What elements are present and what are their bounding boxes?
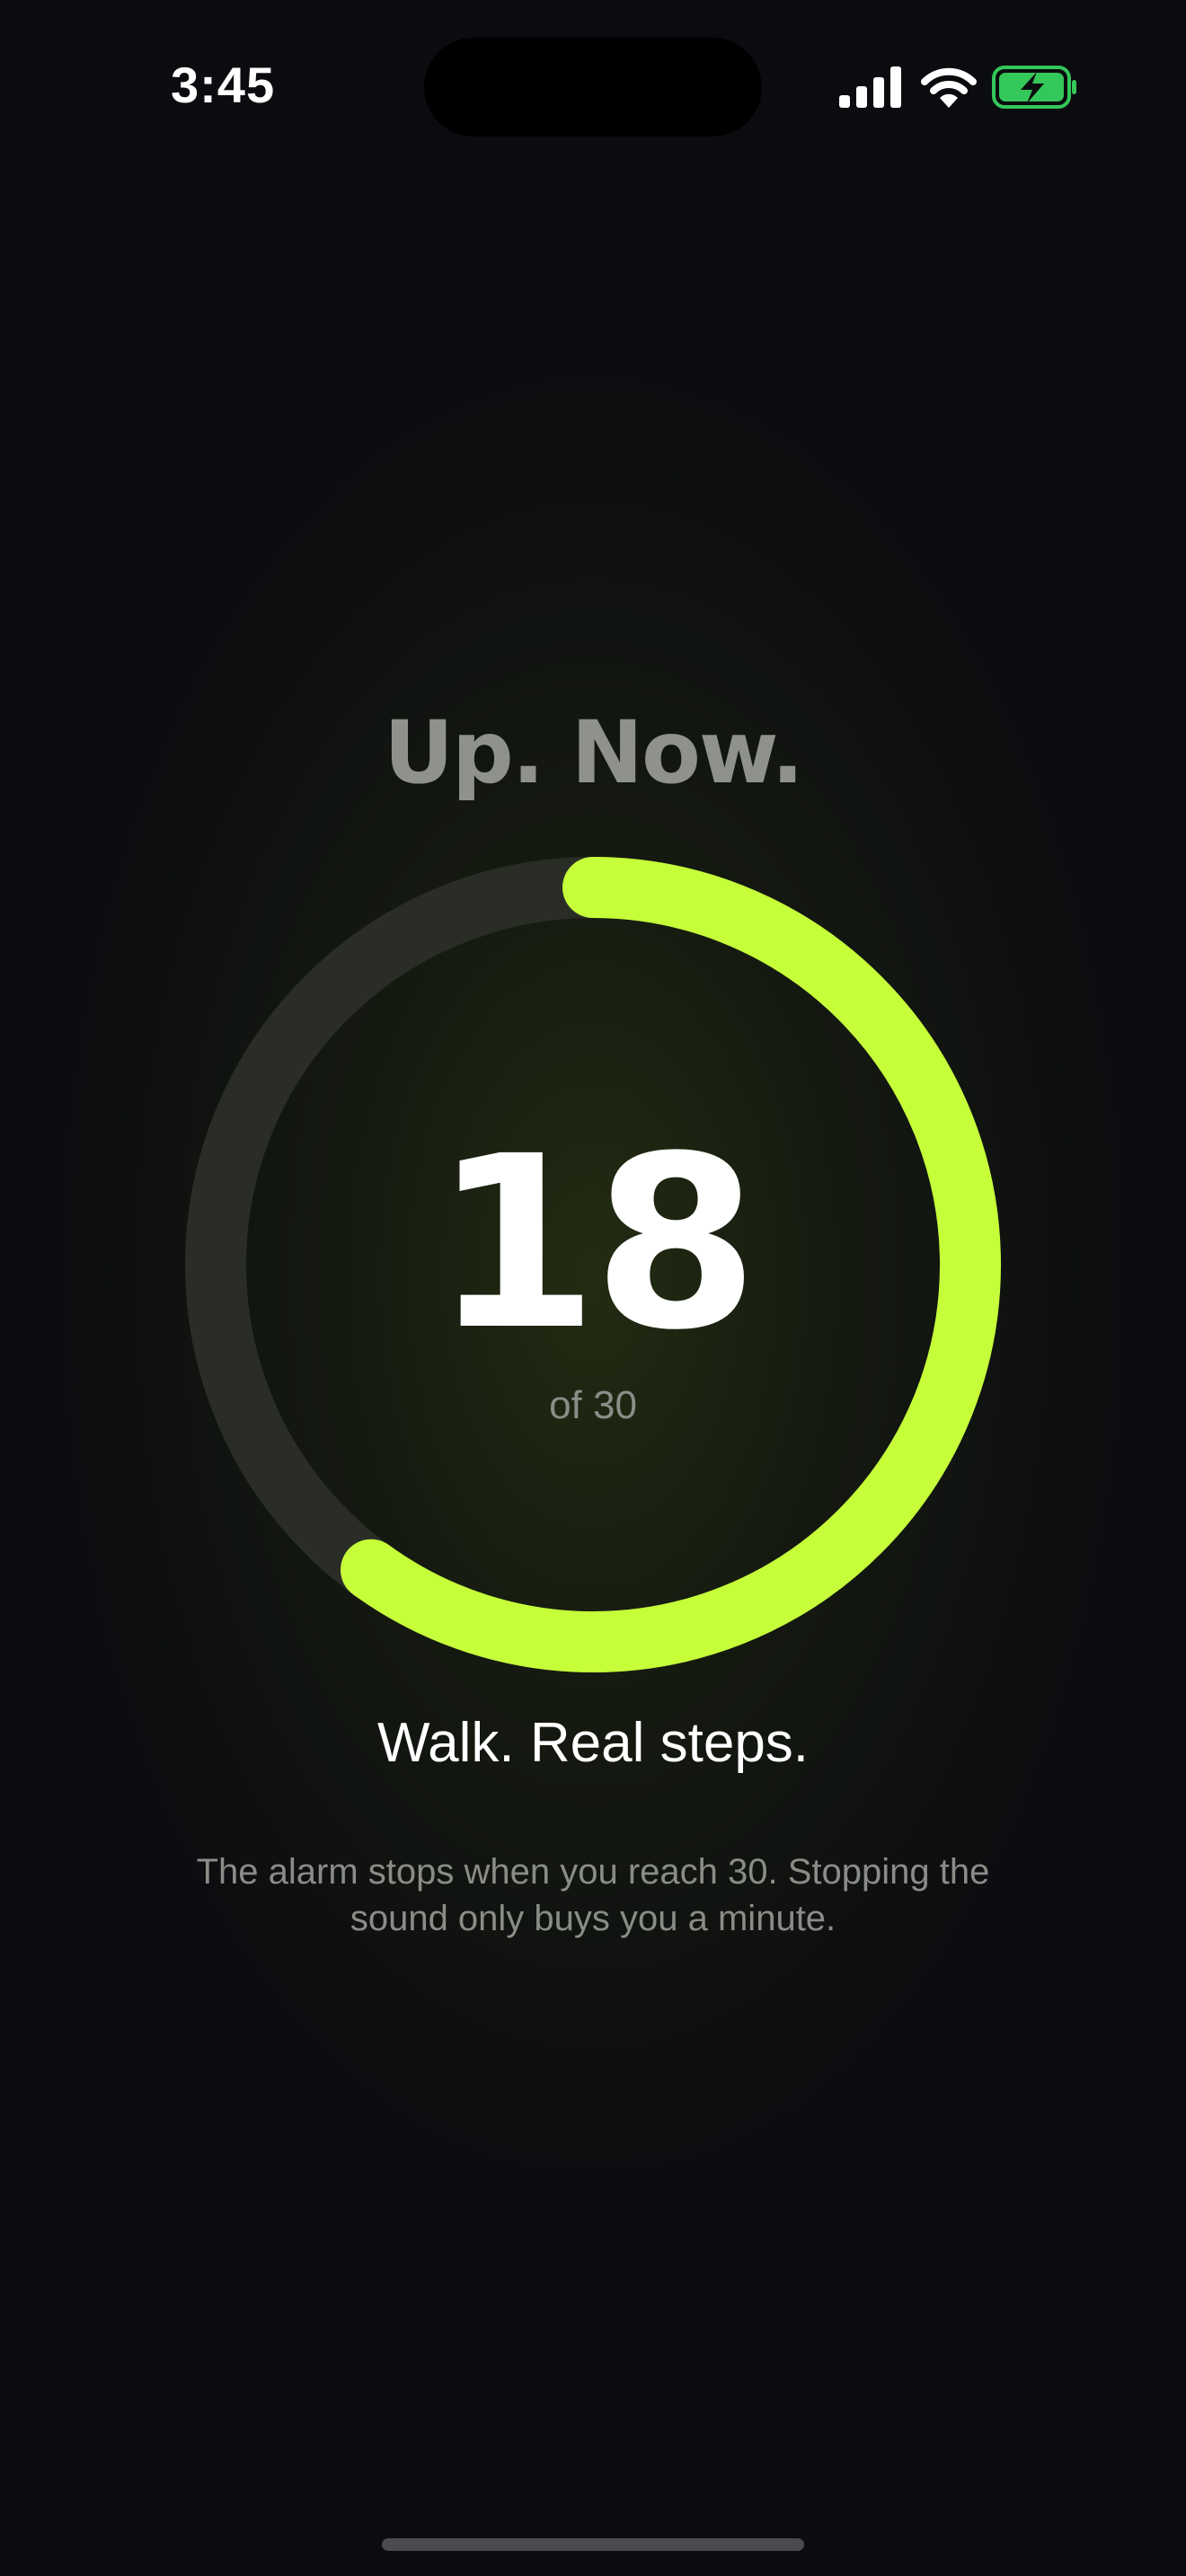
status-time: 3:45 [171,57,276,113]
instruction-text: Walk. Real steps. [376,1712,810,1774]
battery-charging-icon [992,66,1076,109]
cellular-signal-icon [839,66,901,108]
step-count: 18 [432,1106,759,1382]
alarm-note: The alarm stops when you reach 30. Stopp… [196,1852,990,1938]
headline: Up. Now. [384,702,804,803]
step-total: of 30 [549,1383,637,1427]
home-indicator[interactable] [382,2538,804,2551]
dynamic-island [424,38,762,137]
status-icons [839,63,1082,113]
wifi-icon [921,67,977,108]
alarm-screen: 3:45 Up. Now. 18 of 30 Walk. Real steps.… [0,0,1186,2576]
